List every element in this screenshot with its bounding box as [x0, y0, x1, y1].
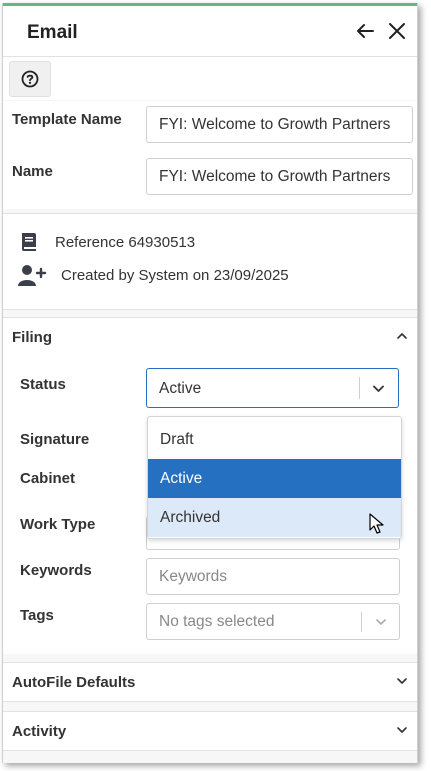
user-plus-icon [18, 265, 47, 286]
keywords-placeholder: Keywords [159, 567, 228, 585]
status-option-draft-label: Draft [160, 430, 194, 448]
tags-placeholder: No tags selected [159, 612, 275, 630]
help-button[interactable] [9, 61, 51, 97]
status-dropdown-menu: Draft Active Archived [147, 416, 402, 539]
details-section: Template Name FYI: Welcome to Growth Par… [3, 101, 417, 209]
template-name-label: Template Name [12, 111, 122, 128]
tags-select[interactable]: No tags selected [146, 603, 400, 640]
tags-separator [361, 612, 362, 632]
status-select[interactable]: Active [146, 368, 399, 408]
status-option-archived[interactable]: Archived [148, 498, 401, 537]
created-row: Created by System on 23/09/2025 [17, 263, 289, 287]
close-icon[interactable] [385, 19, 409, 43]
mouse-cursor-icon [369, 513, 384, 534]
info-section: Reference 64930513 Created by System on … [3, 213, 417, 310]
keywords-label: Keywords [20, 562, 92, 579]
toolbar [3, 57, 417, 100]
template-name-input[interactable]: FYI: Welcome to Growth Partners [146, 106, 413, 143]
back-arrow-icon[interactable] [353, 19, 377, 43]
chevron-down-icon [376, 619, 386, 625]
tags-label: Tags [20, 607, 54, 624]
work-type-label: Work Type [20, 516, 96, 533]
autofile-title: AutoFile Defaults [12, 674, 136, 691]
reference-row: Reference 64930513 [17, 230, 195, 254]
status-option-archived-label: Archived [160, 508, 221, 526]
signature-label: Signature [20, 431, 90, 448]
status-select-value: Active [159, 380, 202, 397]
email-panel: Email Template Name FYI: Welcome to Grow… [2, 3, 418, 763]
status-option-active[interactable]: Active [148, 459, 401, 498]
panel-header: Email [3, 6, 417, 57]
keywords-input[interactable]: Keywords [146, 558, 400, 595]
created-text: Created by System on 23/09/2025 [61, 266, 289, 284]
status-option-draft[interactable]: Draft [148, 420, 401, 459]
name-value: FYI: Welcome to Growth Partners [159, 167, 391, 185]
status-label: Status [20, 376, 66, 393]
name-label: Name [12, 163, 53, 180]
status-select-separator [359, 377, 360, 399]
book-icon [22, 233, 36, 251]
chevron-down-icon[interactable] [372, 382, 385, 395]
activity-title: Activity [12, 723, 67, 740]
status-option-active-label: Active [160, 469, 203, 487]
chevron-down-icon [397, 678, 407, 684]
chevron-up-icon [397, 333, 407, 339]
name-input[interactable]: FYI: Welcome to Growth Partners [146, 158, 413, 195]
cabinet-label: Cabinet [20, 470, 76, 487]
filing-title: Filing [12, 329, 52, 346]
activity-section-header[interactable]: Activity [3, 711, 417, 751]
question-circle-icon [21, 70, 39, 88]
template-name-value: FYI: Welcome to Growth Partners [159, 115, 391, 133]
panel-title: Email [27, 22, 78, 43]
reference-text: Reference 64930513 [55, 233, 196, 251]
chevron-down-icon [397, 727, 407, 733]
filing-section-header[interactable]: Filing [3, 317, 417, 357]
autofile-section-header[interactable]: AutoFile Defaults [3, 662, 417, 702]
